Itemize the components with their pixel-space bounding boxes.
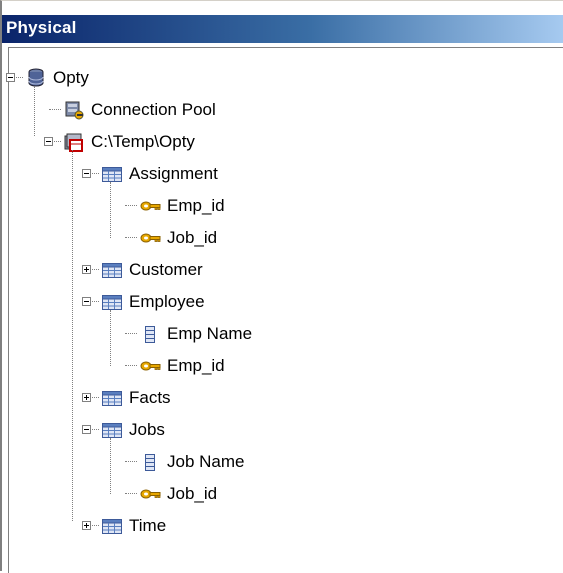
physical-tree[interactable]: Opty Connection Pool C:\Temp\Opty Assignmen… <box>6 48 563 573</box>
tree-connector <box>92 397 99 398</box>
tree-node-column-emp-id[interactable]: Emp_id <box>139 190 225 222</box>
tree-connector <box>49 109 61 110</box>
tree-node-table-customer-expander-plus[interactable] <box>82 265 91 274</box>
tree-node-table-jobs-label: Jobs <box>129 420 165 439</box>
table-icon <box>101 259 123 281</box>
tree-connector <box>110 310 111 366</box>
tree-node-table-assignment-label: Assignment <box>129 164 218 183</box>
panel-titlebar: Physical <box>2 15 563 43</box>
table-icon <box>101 387 123 409</box>
tree-node-schema-label: C:\Temp\Opty <box>91 132 195 151</box>
tree-connector <box>125 237 137 238</box>
tree-connector <box>92 301 99 302</box>
tree-node-table-assignment-expander-minus[interactable] <box>82 169 91 178</box>
tree-node-root-label: Opty <box>53 68 89 87</box>
tree-connector <box>110 182 111 238</box>
table-icon <box>101 291 123 313</box>
tree-node-column-emp-id-label: Emp_id <box>167 356 225 375</box>
tree-connector <box>72 150 73 521</box>
tree-node-column-job-name-label: Job Name <box>167 452 245 471</box>
key-icon <box>139 355 161 377</box>
tree-node-column-job-id-label: Job_id <box>167 484 218 503</box>
tree-connector <box>92 173 99 174</box>
tree-node-table-employee[interactable]: Employee <box>101 286 205 318</box>
table-icon <box>101 515 123 537</box>
tree-panel[interactable]: Opty Connection Pool C:\Temp\Opty Assignmen… <box>6 47 563 573</box>
tree-node-table-time-label: Time <box>129 516 167 535</box>
tree-connector <box>92 269 99 270</box>
column-icon <box>139 451 161 473</box>
tree-node-table-customer[interactable]: Customer <box>101 254 203 286</box>
tree-connector <box>34 86 35 136</box>
tree-node-table-employee-expander-minus[interactable] <box>82 297 91 306</box>
tree-node-table-time[interactable]: Time <box>101 510 166 542</box>
tree-node-column-job-id[interactable]: Job_id <box>139 222 217 254</box>
tree-node-connection-pool-label: Connection Pool <box>91 100 216 119</box>
tree-node-table-facts[interactable]: Facts <box>101 382 171 414</box>
tree-node-column-emp-id-label: Emp_id <box>167 196 225 215</box>
tree-node-table-jobs-expander-minus[interactable] <box>82 425 91 434</box>
tree-connector <box>110 438 111 494</box>
key-icon <box>139 227 161 249</box>
tree-node-table-facts-expander-plus[interactable] <box>82 393 91 402</box>
table-icon <box>101 419 123 441</box>
catalog-icon <box>63 131 85 153</box>
tree-node-table-time-expander-plus[interactable] <box>82 521 91 530</box>
tree-connector <box>125 365 137 366</box>
tree-node-table-facts-label: Facts <box>129 388 171 407</box>
tree-node-table-employee-label: Employee <box>129 292 205 311</box>
key-icon <box>139 195 161 217</box>
tree-node-root-expander-minus[interactable] <box>6 73 15 82</box>
column-icon <box>139 323 161 345</box>
tree-node-connection-pool[interactable]: Connection Pool <box>63 94 216 126</box>
tree-node-column-job-id-label: Job_id <box>167 228 218 247</box>
tree-connector <box>54 141 61 142</box>
tree-connector <box>125 461 137 462</box>
database-icon <box>25 67 47 89</box>
tree-connector <box>125 333 137 334</box>
physical-layer-window: Physical Opty Connection Pool C:\Temp\Opty… <box>0 0 563 573</box>
tree-node-column-emp-name[interactable]: Emp Name <box>139 318 252 350</box>
tree-node-table-assignment[interactable]: Assignment <box>101 158 218 190</box>
tree-node-column-emp-id[interactable]: Emp_id <box>139 350 225 382</box>
tree-node-schema[interactable]: C:\Temp\Opty <box>63 126 195 158</box>
tree-node-column-job-name[interactable]: Job Name <box>139 446 244 478</box>
tree-connector <box>16 77 23 78</box>
table-icon <box>101 163 123 185</box>
key-icon <box>139 483 161 505</box>
tree-connector <box>92 429 99 430</box>
tree-connector <box>92 525 99 526</box>
tree-connector <box>125 493 137 494</box>
tree-node-column-emp-name-label: Emp Name <box>167 324 253 343</box>
connection-pool-icon <box>63 99 85 121</box>
tree-node-column-job-id[interactable]: Job_id <box>139 478 217 510</box>
tree-connector <box>125 205 137 206</box>
tree-node-table-customer-label: Customer <box>129 260 203 279</box>
tree-node-schema-expander-minus[interactable] <box>44 137 53 146</box>
panel-title: Physical <box>6 18 77 37</box>
